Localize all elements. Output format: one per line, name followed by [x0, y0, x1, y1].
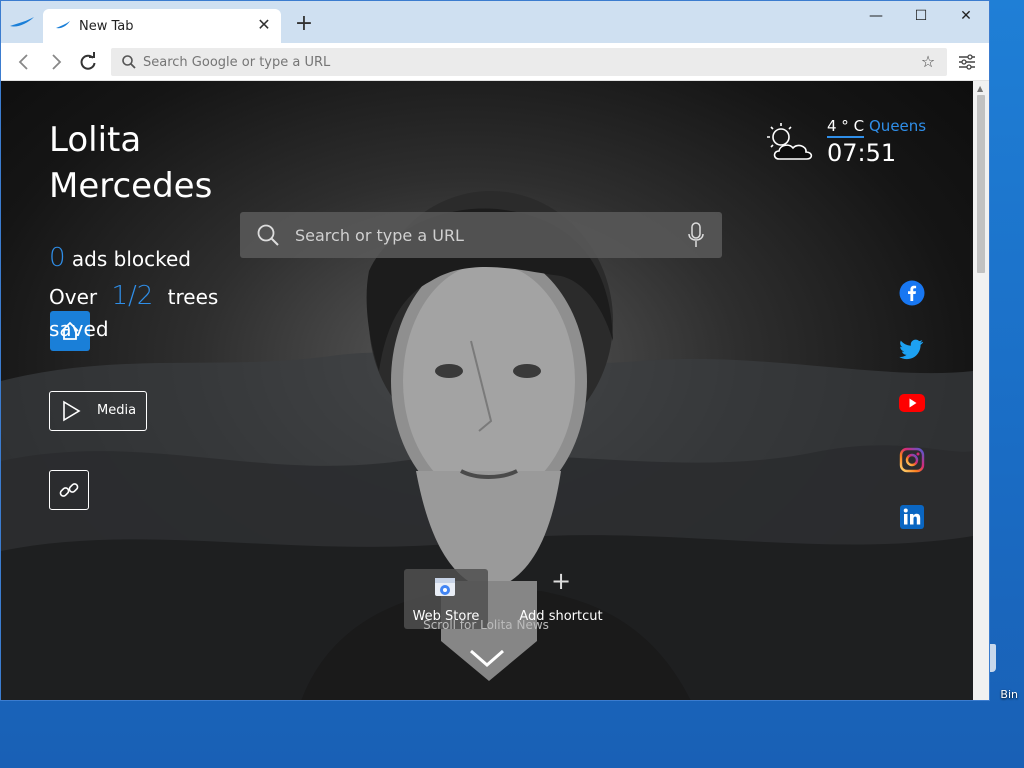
plus-icon: + — [550, 567, 572, 595]
page-search-icon — [257, 224, 279, 246]
tab-favicon-icon — [56, 21, 70, 29]
trees-count: 1/2 — [111, 281, 154, 311]
back-button[interactable] — [13, 51, 35, 73]
play-icon — [63, 400, 81, 422]
user-first-name: Lolita — [49, 120, 142, 160]
close-tab-icon[interactable]: ✕ — [255, 15, 273, 35]
partly-cloudy-icon — [767, 123, 813, 160]
tab-title: New Tab — [79, 19, 134, 34]
reload-icon — [80, 52, 96, 70]
scroll-up-icon[interactable]: ▲ — [977, 84, 983, 93]
trees-label: trees — [167, 285, 219, 309]
trees-prefix: Over — [49, 285, 98, 309]
back-arrow-icon — [18, 54, 28, 70]
instagram-icon[interactable] — [899, 447, 925, 473]
user-last-name: Mercedes — [49, 166, 213, 206]
ads-blocked-count: 0 — [49, 243, 66, 273]
page-search-input[interactable] — [295, 222, 665, 248]
weather-temperature: 4 ° C — [827, 117, 865, 138]
page-search-bar[interactable] — [240, 212, 722, 258]
browser-window: New Tab ✕ + — ☐ ✕ ☆ ▲ — [0, 0, 990, 701]
search-icon — [122, 55, 136, 69]
webstore-icon — [435, 578, 455, 596]
links-button[interactable] — [49, 470, 89, 510]
clock-time: 07:51 — [827, 139, 897, 167]
tab-bar: New Tab ✕ + — ☐ ✕ — [1, 1, 989, 43]
link-icon — [59, 483, 79, 497]
linkedin-icon[interactable] — [899, 504, 925, 530]
browser-logo-icon — [10, 17, 34, 27]
chevron-down-icon[interactable] — [467, 647, 507, 671]
forward-arrow-icon — [52, 54, 62, 70]
close-window-button[interactable]: ✕ — [944, 5, 988, 27]
page-scrollbar[interactable]: ▲ — [973, 81, 989, 700]
media-button[interactable]: Media — [49, 391, 147, 431]
ads-blocked-stat: 0 ads blocked — [49, 243, 191, 273]
trees-saved-label: saved — [49, 317, 109, 341]
scroll-news-hint: Scroll for Lolita News — [423, 618, 549, 632]
microphone-icon[interactable] — [686, 222, 706, 248]
new-tab-button[interactable]: + — [293, 13, 315, 35]
browser-toolbar: ☆ — [1, 43, 989, 81]
facebook-icon[interactable] — [899, 280, 925, 306]
twitter-icon[interactable] — [899, 336, 925, 362]
scrollbar-thumb[interactable] — [977, 95, 985, 273]
reload-button[interactable] — [77, 51, 99, 73]
media-button-label: Media — [97, 403, 137, 418]
user-name-heading: Lolita Mercedes — [49, 117, 289, 209]
minimize-button[interactable]: — — [854, 5, 898, 27]
weather-widget[interactable]: 4 ° C Queens 07:51 — [761, 117, 941, 177]
youtube-icon[interactable] — [899, 390, 925, 416]
weather-city[interactable]: Queens — [869, 117, 926, 135]
ads-blocked-label: ads blocked — [71, 247, 191, 271]
address-input[interactable] — [143, 51, 903, 73]
tab-new-tab[interactable]: New Tab ✕ — [43, 9, 281, 43]
trees-saved-stat: Over 1/2 trees — [49, 281, 218, 311]
maximize-button[interactable]: ☐ — [899, 5, 943, 27]
forward-button[interactable] — [45, 51, 67, 73]
bookmark-star-icon[interactable]: ☆ — [919, 52, 937, 72]
address-bar[interactable]: ☆ — [111, 48, 947, 76]
customize-menu-icon[interactable] — [957, 52, 977, 72]
new-tab-page: Lolita Mercedes 0 ads blocked Over 1/2 t… — [1, 81, 973, 700]
